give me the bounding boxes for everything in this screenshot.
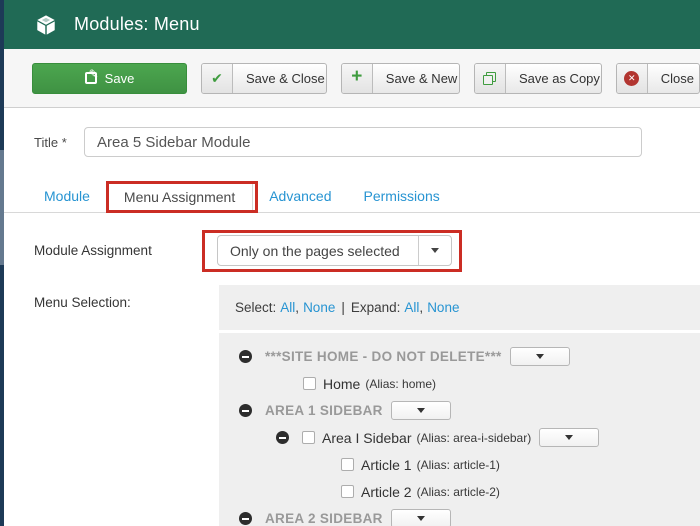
caret-down-icon <box>417 516 425 521</box>
tree-label: AREA 1 SIDEBAR <box>265 403 383 418</box>
tree-label: AREA 2 SIDEBAR <box>265 511 383 526</box>
save-button[interactable]: Save <box>32 63 187 94</box>
tree-label: Article 2 <box>361 484 412 500</box>
tree-alias: (Alias: article-2) <box>417 485 500 499</box>
tree-label: Article 1 <box>361 457 412 473</box>
tree-alias: (Alias: home) <box>365 377 436 391</box>
form-content: Title * Module Menu Assignment Advanced … <box>4 108 700 526</box>
module-assignment-value: Only on the pages selected <box>218 243 418 259</box>
title-label: Title * <box>34 135 84 150</box>
expand-none-link[interactable]: None <box>427 300 459 315</box>
tree-row: ***SITE HOME - DO NOT DELETE*** <box>219 343 700 370</box>
caret-down-icon[interactable] <box>418 236 451 265</box>
expand-label: Expand: <box>351 300 401 315</box>
tree-row: Article 1 (Alias: article-1) <box>219 451 700 478</box>
module-assignment-row: Module Assignment Only on the pages sele… <box>4 235 700 266</box>
plus-icon <box>351 73 362 84</box>
tree-row: Article 2 (Alias: article-2) <box>219 478 700 505</box>
tree-row: Home (Alias: home) <box>219 370 700 397</box>
menu-selection-row: Menu Selection: Select: All, None | Expa… <box>4 285 700 526</box>
collapse-minus-icon[interactable] <box>239 404 252 417</box>
caret-down-icon <box>565 435 573 440</box>
collapse-minus-icon[interactable] <box>276 431 289 444</box>
tree-dropdown-button[interactable] <box>539 428 599 447</box>
tree-label: Home <box>323 376 360 392</box>
tree-alias: (Alias: area-i-sidebar) <box>417 431 532 445</box>
toolbar-button-label: Close <box>648 64 700 93</box>
annotation-box-dropdown: Only on the pages selected <box>217 235 452 266</box>
tree-row: AREA 2 SIDEBAR <box>219 505 700 526</box>
title-input[interactable] <box>84 127 642 157</box>
modules-cube-icon <box>35 14 57 36</box>
menu-item-checkbox[interactable] <box>341 485 354 498</box>
tab-module[interactable]: Module <box>28 181 106 212</box>
page-header: Modules: Menu <box>4 0 700 49</box>
select-all-link[interactable]: All <box>280 300 295 315</box>
tab-menu-assignment[interactable]: Menu Assignment <box>106 181 253 213</box>
tree-label: ***SITE HOME - DO NOT DELETE*** <box>265 349 502 364</box>
tab-bar: Module Menu Assignment Advanced Permissi… <box>4 181 700 213</box>
toolbar: Save Save & Close Save & New Save as Cop… <box>4 49 700 108</box>
save-copy-button[interactable]: Save as Copy <box>474 63 602 94</box>
collapse-minus-icon[interactable] <box>239 512 252 525</box>
tab-permissions[interactable]: Permissions <box>348 181 456 212</box>
close-icon <box>624 71 639 86</box>
module-assignment-select[interactable]: Only on the pages selected <box>217 235 452 266</box>
tree-dropdown-button[interactable] <box>391 509 451 526</box>
toolbar-button-label: Save as Copy <box>506 64 602 93</box>
close-button[interactable]: Close <box>616 63 700 94</box>
save-close-button[interactable]: Save & Close <box>201 63 327 94</box>
menu-item-checkbox[interactable] <box>303 377 316 390</box>
pipe-separator: | <box>341 300 345 315</box>
tree-row: AREA 1 SIDEBAR <box>219 397 700 424</box>
scrollbar-thumb[interactable] <box>0 150 4 265</box>
menu-tree: ***SITE HOME - DO NOT DELETE*** Home (Al… <box>219 333 700 526</box>
window-edge-strip <box>0 0 4 526</box>
collapse-minus-icon[interactable] <box>239 350 252 363</box>
toolbar-button-label: Save & New <box>373 64 460 93</box>
modules-edit-screen: Modules: Menu Save Save & Close Save & N… <box>0 0 700 526</box>
tree-dropdown-button[interactable] <box>510 347 570 366</box>
title-row: Title * <box>34 127 700 157</box>
expand-all-link[interactable]: All <box>404 300 419 315</box>
toolbar-button-label: Save & Close <box>233 64 327 93</box>
copy-icon <box>483 72 496 85</box>
tree-label: Area I Sidebar <box>322 430 412 446</box>
tree-dropdown-button[interactable] <box>391 401 451 420</box>
caret-down-icon <box>417 408 425 413</box>
select-label: Select: <box>235 300 276 315</box>
select-expand-bar: Select: All, None | Expand: All, None <box>219 285 700 330</box>
check-icon <box>211 70 223 87</box>
save-icon <box>85 72 97 84</box>
menu-selection-label: Menu Selection: <box>4 285 219 310</box>
save-new-button[interactable]: Save & New <box>341 63 460 94</box>
tree-alias: (Alias: article-1) <box>417 458 500 472</box>
toolbar-button-label: Save <box>99 64 149 93</box>
caret-down-icon <box>536 354 544 359</box>
menu-item-checkbox[interactable] <box>341 458 354 471</box>
tab-advanced[interactable]: Advanced <box>253 181 347 212</box>
select-none-link[interactable]: None <box>303 300 335 315</box>
menu-item-checkbox[interactable] <box>302 431 315 444</box>
page-title: Modules: Menu <box>74 14 200 35</box>
module-assignment-label: Module Assignment <box>34 243 217 258</box>
tree-row: Area I Sidebar (Alias: area-i-sidebar) <box>219 424 700 451</box>
